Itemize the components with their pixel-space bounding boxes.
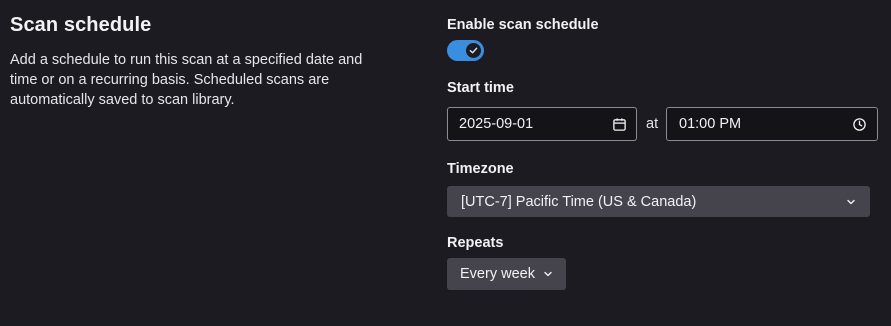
calendar-icon[interactable] <box>612 117 627 132</box>
section-description: Add a schedule to run this scan at a spe… <box>10 52 363 108</box>
enable-schedule-toggle[interactable] <box>447 40 484 61</box>
toggle-knob <box>466 43 481 58</box>
start-time-input[interactable]: 01:00 PM <box>666 107 878 141</box>
repeats-label: Repeats <box>447 235 504 251</box>
enable-schedule-label: Enable scan schedule <box>447 17 599 33</box>
timezone-selected-value: [UTC-7] Pacific Time (US & Canada) <box>461 193 697 210</box>
at-separator: at <box>646 116 659 132</box>
start-date-input[interactable]: 2025-09-01 <box>447 107 637 141</box>
schedule-form: Enable scan schedule Start time 2025-09-… <box>447 16 878 290</box>
scan-schedule-panel: Scan schedule Add a schedule to run this… <box>0 0 891 326</box>
timezone-select[interactable]: [UTC-7] Pacific Time (US & Canada) <box>447 186 870 217</box>
timezone-label: Timezone <box>447 161 514 177</box>
clock-icon[interactable] <box>852 117 867 132</box>
repeats-select[interactable]: Every week <box>447 258 566 290</box>
chevron-down-icon <box>846 197 856 207</box>
section-info: Scan schedule Add a schedule to run this… <box>10 14 410 110</box>
repeats-selected-value: Every week <box>460 266 535 282</box>
start-date-value: 2025-09-01 <box>459 116 534 132</box>
check-icon <box>469 46 478 55</box>
start-time-label: Start time <box>447 80 514 96</box>
chevron-down-icon <box>543 269 553 279</box>
start-time-value: 01:00 PM <box>679 116 742 132</box>
section-title: Scan schedule <box>10 14 152 36</box>
